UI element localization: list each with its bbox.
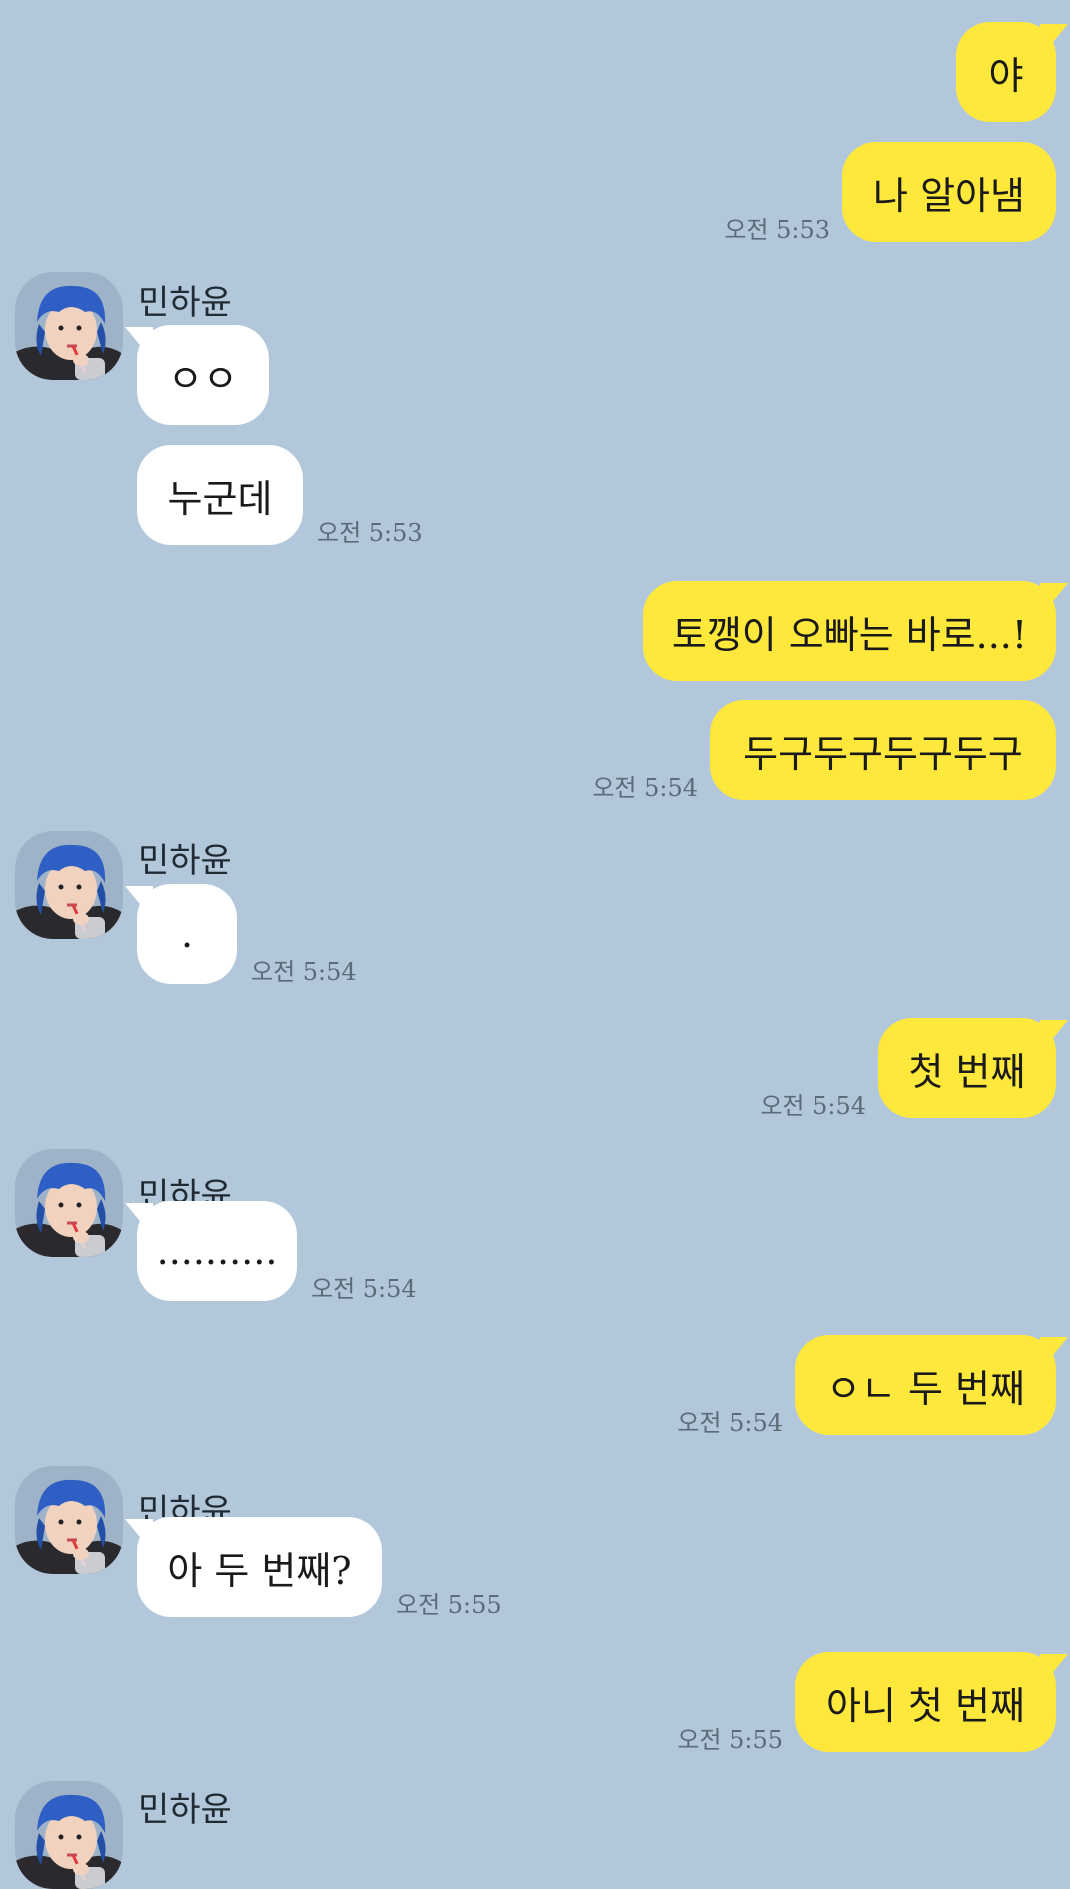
contact-avatar[interactable] [15,831,123,939]
outgoing-message-bubble[interactable]: 첫 번째 [878,1018,1056,1118]
outgoing-message-bubble[interactable]: 토깽이 오빠는 바로...! [643,581,1056,681]
message-timestamp: 오전 5:53 [317,519,423,547]
outgoing-message-bubble[interactable]: 아니 첫 번째 [795,1652,1056,1752]
message-timestamp: 오전 5:54 [760,1092,866,1120]
contact-avatar[interactable] [15,1149,123,1257]
incoming-message-bubble[interactable]: .......... [137,1201,297,1301]
message-timestamp: 오전 5:53 [724,216,830,244]
incoming-message-bubble[interactable]: ㅇㅇ [137,325,269,425]
message-timestamp: 오전 5:54 [311,1275,417,1303]
outgoing-message-bubble[interactable]: ㅇㄴ 두 번째 [795,1335,1056,1435]
message-timestamp: 오전 5:54 [592,774,698,802]
incoming-message-bubble[interactable]: 아 두 번째? [137,1517,382,1617]
incoming-message-bubble[interactable]: 누군데 [137,445,303,545]
message-timestamp: 오전 5:54 [251,958,357,986]
contact-avatar[interactable] [15,1466,123,1574]
contact-avatar[interactable] [15,1781,123,1889]
message-timestamp: 오전 5:54 [677,1409,783,1437]
message-timestamp: 오전 5:55 [677,1726,783,1754]
chat-message-list[interactable]: 야나 알아냄 오전 5:53 민하윤 ㅇㅇ 누군데 오전 5:53 토깽이 오빠는 바로..… [0,0,1070,1889]
contact-avatar[interactable] [15,272,123,380]
sender-name: 민하윤 [138,841,232,881]
sender-name: 민하윤 [138,1790,232,1830]
message-timestamp: 오전 5:55 [396,1591,502,1619]
outgoing-message-bubble[interactable]: 나 알아냄 [842,142,1056,242]
outgoing-message-bubble[interactable]: 두구두구두구두구 [710,700,1056,800]
sender-name: 민하윤 [138,283,232,323]
